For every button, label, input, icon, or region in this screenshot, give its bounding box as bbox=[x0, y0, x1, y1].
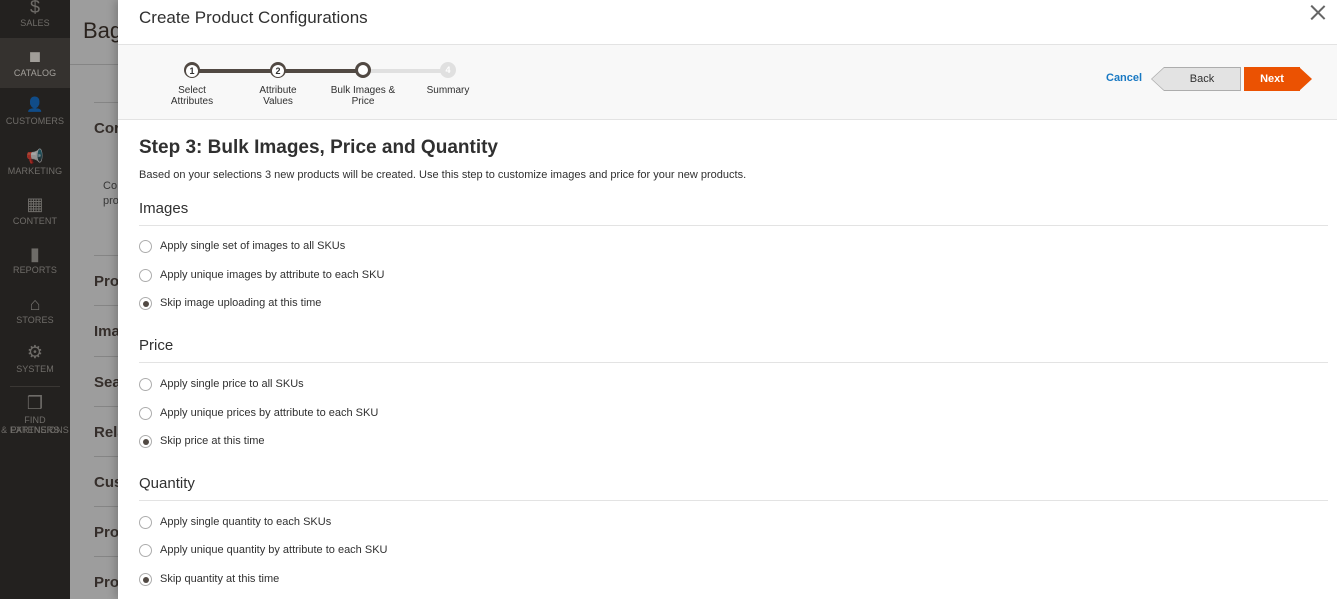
radio-button[interactable] bbox=[139, 240, 152, 253]
step-label-line: Summary bbox=[426, 85, 470, 96]
next-button[interactable]: Next bbox=[1244, 67, 1312, 91]
radio-button[interactable] bbox=[139, 269, 152, 282]
section-divider bbox=[139, 500, 1328, 501]
images-section-title: Images bbox=[139, 200, 189, 217]
step-indicator-1[interactable]: 1 bbox=[184, 62, 200, 78]
cancel-button[interactable]: Cancel bbox=[1106, 72, 1142, 84]
step-indicator-3[interactable] bbox=[355, 62, 371, 78]
radio-label: Apply unique images by attribute to each… bbox=[160, 269, 385, 281]
radio-label: Skip price at this time bbox=[160, 435, 265, 447]
radio-label: Skip quantity at this time bbox=[160, 573, 280, 585]
step-label-summary[interactable]: Summary bbox=[408, 85, 488, 96]
price-section-title: Price bbox=[139, 337, 174, 354]
radio-label: Apply unique quantity by attribute to ea… bbox=[160, 544, 388, 556]
step-label-line: Attribute bbox=[259, 85, 297, 96]
step-number: 1 bbox=[186, 65, 198, 77]
wizard-progress-bar: 1 Select Attributes 2 Attribute Values B… bbox=[118, 44, 1337, 120]
radio-label: Apply single price to all SKUs bbox=[160, 378, 304, 390]
radio-button-selected[interactable] bbox=[139, 297, 152, 310]
quantity-section-title: Quantity bbox=[139, 475, 195, 492]
step-label-line: Bulk Images & bbox=[330, 85, 396, 96]
create-configurations-modal: Create Product Configurations 1 Select A… bbox=[118, 0, 1337, 599]
step-description: Based on your selections 3 new products … bbox=[139, 169, 747, 181]
section-divider bbox=[139, 225, 1328, 226]
current-step-marker bbox=[358, 65, 368, 75]
step-heading: Step 3: Bulk Images, Price and Quantity bbox=[139, 137, 498, 158]
step-label-line: Attributes bbox=[170, 96, 214, 107]
progress-track-pending bbox=[364, 69, 448, 73]
step-indicator-2[interactable]: 2 bbox=[270, 62, 286, 78]
back-button[interactable]: Back bbox=[1151, 67, 1241, 91]
step-label-line: Values bbox=[263, 96, 293, 107]
section-divider bbox=[139, 362, 1328, 363]
modal-title: Create Product Configurations bbox=[139, 8, 368, 27]
radio-button-selected[interactable] bbox=[139, 435, 152, 448]
radio-button-selected[interactable] bbox=[139, 573, 152, 586]
radio-label: Apply single quantity to each SKUs bbox=[160, 516, 332, 528]
radio-label: Skip image uploading at this time bbox=[160, 297, 322, 309]
radio-button[interactable] bbox=[139, 544, 152, 557]
step-number: 2 bbox=[272, 65, 284, 77]
radio-button[interactable] bbox=[139, 407, 152, 420]
step-indicator-4[interactable]: 4 bbox=[440, 62, 456, 78]
radio-label: Apply single set of images to all SKUs bbox=[160, 240, 346, 252]
step-label-bulk-images-price[interactable]: Bulk Images & Price bbox=[323, 85, 403, 107]
radio-button[interactable] bbox=[139, 516, 152, 529]
step-label-select-attributes[interactable]: Select Attributes bbox=[152, 85, 232, 107]
radio-button[interactable] bbox=[139, 378, 152, 391]
step-label-line: Price bbox=[351, 96, 375, 107]
step-label-line: Select bbox=[178, 85, 206, 96]
step-label-attribute-values[interactable]: Attribute Values bbox=[238, 85, 318, 107]
close-icon[interactable] bbox=[1307, 2, 1329, 24]
radio-label: Apply unique prices by attribute to each… bbox=[160, 407, 379, 419]
